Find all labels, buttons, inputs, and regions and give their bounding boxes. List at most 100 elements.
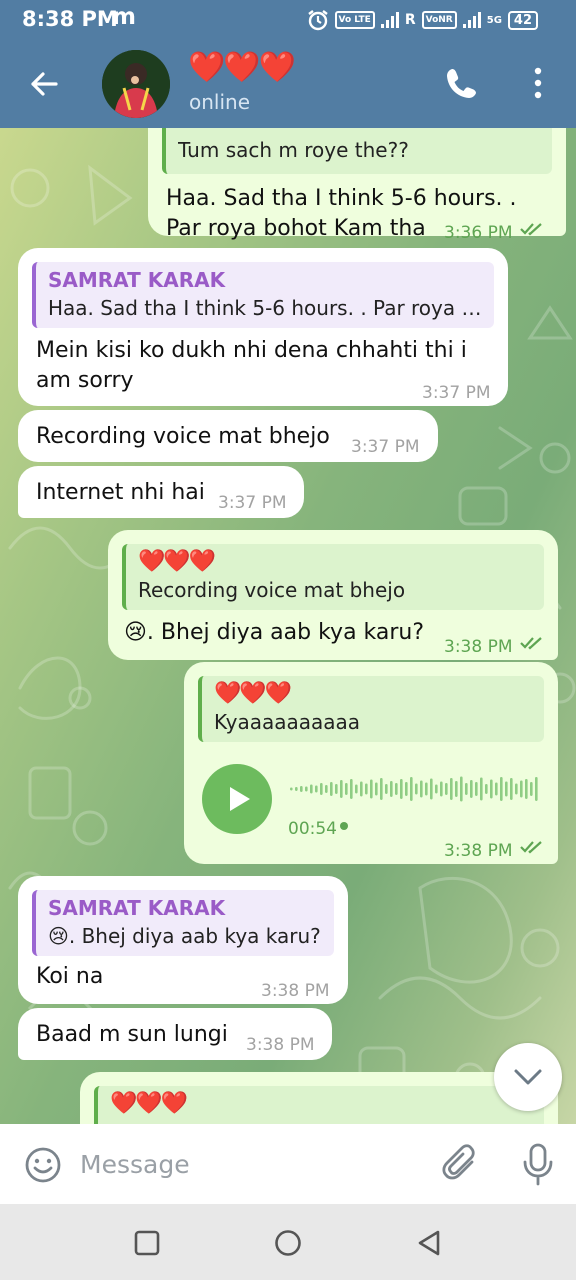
waveform-bar bbox=[315, 785, 318, 793]
reply-sender-name: ❤️❤️❤️ bbox=[214, 681, 292, 706]
waveform-bar bbox=[530, 782, 533, 796]
waveform-bar bbox=[300, 786, 303, 792]
waveform-bar bbox=[365, 783, 368, 795]
message-time: 3:38 PM bbox=[261, 981, 330, 1001]
status-time: 8:38 PM bbox=[22, 7, 118, 31]
signal-icon-2 bbox=[462, 12, 481, 28]
reply-preview[interactable]: ❤️❤️❤️ bbox=[94, 1086, 544, 1124]
attach-icon[interactable] bbox=[442, 1144, 480, 1184]
message-text: Koi na bbox=[36, 964, 104, 989]
voice-waveform[interactable] bbox=[290, 772, 540, 806]
recent-apps-icon[interactable] bbox=[132, 1228, 162, 1258]
network-type: 5G bbox=[486, 14, 502, 26]
waveform-bar bbox=[395, 783, 398, 795]
waveform-bar bbox=[415, 783, 418, 795]
back-arrow-icon[interactable] bbox=[28, 68, 60, 100]
message-time: 3:38 PM bbox=[444, 841, 513, 861]
message-time: 3:38 PM bbox=[246, 1035, 315, 1055]
waveform-bar bbox=[295, 787, 298, 791]
waveform-bar bbox=[500, 777, 503, 801]
message-bubble-outgoing[interactable]: Tum sach m roye the?? Haa. Sad tha I thi… bbox=[148, 128, 566, 243]
message-bubble-incoming[interactable]: Recording voice mat bhejo 3:37 PM bbox=[18, 410, 438, 462]
status-icons: Vo LTE R VoNR 5G 42 bbox=[307, 8, 538, 32]
waveform-bar bbox=[330, 782, 333, 796]
waveform-bar bbox=[495, 782, 498, 796]
waveform-bar bbox=[490, 779, 493, 799]
waveform-bar bbox=[370, 779, 373, 799]
reply-sender-name: ❤️❤️❤️ bbox=[110, 1091, 188, 1116]
message-bubble-outgoing[interactable]: ❤️❤️❤️ Recording voice mat bhejo 😢. Bhej… bbox=[108, 530, 558, 660]
message-bubble-incoming[interactable]: SAMRAT KARAK 😢. Bhej diya aab kya karu? … bbox=[18, 876, 348, 1004]
waveform-bar bbox=[410, 777, 413, 801]
back-icon[interactable] bbox=[414, 1228, 444, 1258]
waveform-bar bbox=[355, 784, 358, 794]
reply-preview[interactable]: Tum sach m roye the?? bbox=[162, 128, 552, 174]
chat-status: online bbox=[189, 90, 251, 114]
carrier-icon: m bbox=[112, 4, 136, 30]
battery-icon: 42 bbox=[507, 10, 538, 30]
waveform-bar bbox=[440, 781, 443, 797]
vonr-badge: VoNR bbox=[421, 11, 457, 29]
message-input[interactable] bbox=[80, 1142, 420, 1186]
chevron-down-icon bbox=[514, 1069, 542, 1085]
message-text: Recording voice mat bhejo bbox=[36, 424, 330, 449]
waveform-bar bbox=[340, 780, 343, 798]
waveform-bar bbox=[360, 781, 363, 797]
waveform-bar bbox=[485, 784, 488, 794]
waveform-bar bbox=[535, 777, 538, 801]
waveform-bar bbox=[510, 778, 513, 800]
reply-text: 😢. Bhej diya aab kya karu? bbox=[48, 924, 321, 948]
avatar[interactable] bbox=[102, 50, 170, 118]
message-time: 3:37 PM bbox=[351, 437, 420, 457]
waveform-bar bbox=[375, 782, 378, 796]
reply-preview[interactable]: SAMRAT KARAK Haa. Sad tha I think 5-6 ho… bbox=[32, 262, 494, 328]
message-bubble-outgoing[interactable]: ❤️❤️❤️ bbox=[80, 1072, 558, 1124]
reply-sender-name: ❤️❤️❤️ bbox=[138, 549, 216, 574]
reply-preview[interactable]: SAMRAT KARAK 😢. Bhej diya aab kya karu? bbox=[32, 890, 334, 956]
reply-text: Recording voice mat bhejo bbox=[138, 578, 406, 602]
status-bar: 8:38 PM m Vo LTE R VoNR 5G 42 bbox=[0, 0, 576, 40]
play-icon bbox=[230, 787, 250, 811]
reply-preview[interactable]: ❤️❤️❤️ Kyaaaaaaaaaa bbox=[198, 676, 544, 742]
waveform-bar bbox=[480, 777, 483, 801]
message-text: am sorry bbox=[36, 368, 134, 393]
waveform-bar bbox=[445, 783, 448, 795]
waveform-bar bbox=[450, 778, 453, 800]
more-vertical-icon[interactable] bbox=[528, 66, 548, 100]
roaming-indicator: R bbox=[404, 12, 416, 28]
emoji-icon[interactable] bbox=[24, 1146, 62, 1184]
message-bubble-incoming[interactable]: Internet nhi hai 3:37 PM bbox=[18, 466, 304, 518]
message-text: 😢. Bhej diya aab kya karu? bbox=[124, 620, 425, 645]
waveform-bar bbox=[325, 785, 328, 793]
message-input-bar bbox=[0, 1124, 576, 1204]
play-button[interactable] bbox=[202, 764, 272, 834]
waveform-bar bbox=[435, 784, 438, 794]
waveform-bar bbox=[335, 784, 338, 794]
waveform-bar bbox=[290, 787, 293, 791]
waveform-bar bbox=[405, 782, 408, 796]
waveform-bar bbox=[390, 781, 393, 797]
scroll-to-bottom-button[interactable] bbox=[494, 1043, 562, 1111]
mic-icon[interactable] bbox=[520, 1142, 556, 1188]
reply-sender-name: SAMRAT KARAK bbox=[48, 268, 226, 292]
waveform-bar bbox=[455, 781, 458, 797]
waveform-bar bbox=[305, 786, 308, 792]
phone-icon[interactable] bbox=[444, 66, 478, 100]
reply-text: Haa. Sad tha I think 5-6 hours. . Par ro… bbox=[48, 296, 482, 320]
message-time: 3:36 PM bbox=[444, 223, 513, 243]
message-time: 3:37 PM bbox=[422, 383, 491, 403]
message-text: Internet nhi hai bbox=[36, 480, 205, 505]
voice-message-bubble[interactable]: ❤️❤️❤️ Kyaaaaaaaaaa 00:54 3:38 PM bbox=[184, 662, 558, 864]
reply-preview[interactable]: ❤️❤️❤️ Recording voice mat bhejo bbox=[122, 544, 544, 610]
home-icon[interactable] bbox=[273, 1228, 303, 1258]
chat-area[interactable]: Tum sach m roye the?? Haa. Sad tha I thi… bbox=[0, 128, 576, 1124]
waveform-bar bbox=[465, 783, 468, 795]
message-bubble-incoming[interactable]: SAMRAT KARAK Haa. Sad tha I think 5-6 ho… bbox=[18, 248, 508, 406]
waveform-bar bbox=[425, 782, 428, 796]
read-ticks-icon bbox=[520, 841, 542, 854]
read-ticks-icon bbox=[520, 223, 542, 236]
waveform-bar bbox=[345, 783, 348, 795]
waveform-bar bbox=[380, 778, 383, 800]
message-bubble-incoming[interactable]: Baad m sun lungi 3:38 PM bbox=[18, 1008, 332, 1060]
chat-title[interactable]: ❤️❤️❤️ bbox=[188, 50, 296, 85]
